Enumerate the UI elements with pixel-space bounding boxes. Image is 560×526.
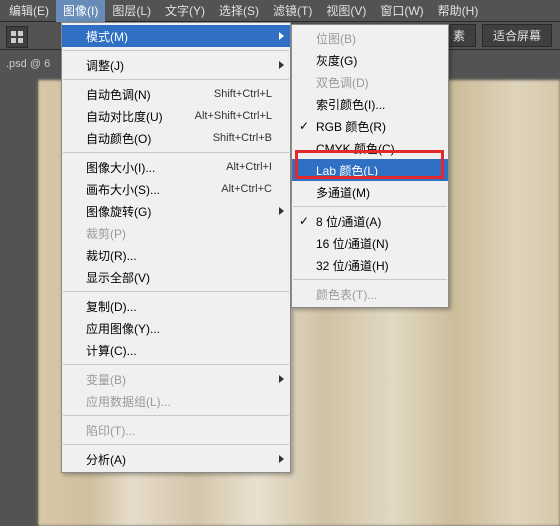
menu-label: 调整(J): [86, 57, 272, 74]
menu-label: 灰度(G): [316, 52, 430, 69]
mode-submenu-item[interactable]: 16 位/通道(N): [292, 232, 448, 254]
mode-submenu-item[interactable]: 灰度(G): [292, 49, 448, 71]
mode-submenu-item[interactable]: 多通道(M): [292, 181, 448, 203]
mode-submenu-item[interactable]: Lab 颜色(L): [292, 159, 448, 181]
menu-label: 应用图像(Y)...: [86, 320, 272, 337]
menubar-item[interactable]: 图层(L): [105, 0, 158, 22]
menu-shortcut: Shift+Ctrl+B: [213, 132, 272, 144]
mode-submenu-item[interactable]: CMYK 颜色(C): [292, 137, 448, 159]
image-menu-item[interactable]: 画布大小(S)... Alt+Ctrl+C: [62, 178, 290, 200]
menubar-item[interactable]: 视图(V): [319, 0, 373, 22]
image-menu-item[interactable]: 自动色调(N) Shift+Ctrl+L: [62, 83, 290, 105]
menu-shortcut: Alt+Ctrl+I: [226, 161, 272, 173]
mode-submenu-item[interactable]: ✓ 8 位/通道(A): [292, 210, 448, 232]
document-tab[interactable]: .psd @ 6: [0, 54, 56, 74]
mode-submenu: 位图(B) 灰度(G) 双色调(D) 索引颜色(I)... ✓ RGB 颜色(R) CMYK…: [291, 24, 449, 308]
menubar-item[interactable]: 滤镜(T): [266, 0, 319, 22]
image-menu-item[interactable]: 复制(D)...: [62, 295, 290, 317]
menu-shortcut: Alt+Shift+Ctrl+L: [195, 110, 272, 122]
menu-label: 自动对比度(U): [86, 108, 167, 125]
menu-label: 8 位/通道(A): [316, 213, 430, 230]
grid-icon: [10, 30, 24, 44]
menubar-item[interactable]: 文字(Y): [158, 0, 212, 22]
menu-label: 图像大小(I)...: [86, 159, 198, 176]
menu-label: 16 位/通道(N): [316, 235, 430, 252]
submenu-arrow-icon: [279, 375, 284, 383]
menu-label: 位图(B): [316, 30, 430, 47]
image-menu-item[interactable]: 计算(C)...: [62, 339, 290, 361]
mode-submenu-item: 位图(B): [292, 27, 448, 49]
menu-label: 陷印(T)...: [86, 422, 272, 439]
menu-label: 画布大小(S)...: [86, 181, 193, 198]
image-menu-item[interactable]: 应用图像(Y)...: [62, 317, 290, 339]
submenu-arrow-icon: [279, 207, 284, 215]
submenu-arrow-icon: [279, 32, 284, 40]
menu-label: 应用数据组(L)...: [86, 393, 272, 410]
menubar-item[interactable]: 选择(S): [212, 0, 266, 22]
menu-shortcut: Alt+Ctrl+C: [221, 183, 272, 195]
menu-label: 颜色表(T)...: [316, 286, 430, 303]
submenu-arrow-icon: [279, 61, 284, 69]
image-menu-item[interactable]: 调整(J): [62, 54, 290, 76]
menu-label: 分析(A): [86, 451, 272, 468]
check-icon: ✓: [299, 214, 309, 228]
menu-label: 计算(C)...: [86, 342, 272, 359]
menu-label: 显示全部(V): [86, 269, 272, 286]
menu-label: 双色调(D): [316, 74, 430, 91]
image-menu-item[interactable]: 模式(M): [62, 25, 290, 47]
submenu-arrow-icon: [279, 455, 284, 463]
image-menu-separator: [63, 79, 289, 80]
check-icon: ✓: [299, 119, 309, 133]
mode-submenu-item: 双色调(D): [292, 71, 448, 93]
menubar-item[interactable]: 图像(I): [56, 0, 105, 22]
mode-submenu-separator: [293, 279, 447, 280]
image-menu-separator: [63, 50, 289, 51]
menubar-item[interactable]: 帮助(H): [431, 0, 486, 22]
image-menu-item[interactable]: 图像旋转(G): [62, 200, 290, 222]
menu-label: 索引颜色(I)...: [316, 96, 430, 113]
menu-label: 裁切(R)...: [86, 247, 272, 264]
menu-label: 自动色调(N): [86, 86, 186, 103]
image-menu-item[interactable]: 裁切(R)...: [62, 244, 290, 266]
image-menu-item[interactable]: 分析(A): [62, 448, 290, 470]
menubar-item[interactable]: 编辑(E): [2, 0, 56, 22]
image-menu-item[interactable]: 图像大小(I)... Alt+Ctrl+I: [62, 156, 290, 178]
toolbar-btn-fit[interactable]: 适合屏幕: [482, 24, 552, 47]
image-menu-separator: [63, 415, 289, 416]
menu-label: 图像旋转(G): [86, 203, 272, 220]
image-menu-separator: [63, 364, 289, 365]
menu-label: 多通道(M): [316, 184, 430, 201]
mode-submenu-item[interactable]: 32 位/通道(H): [292, 254, 448, 276]
menu-shortcut: Shift+Ctrl+L: [214, 88, 272, 100]
menu-label: CMYK 颜色(C): [316, 140, 430, 157]
image-menu-item: 裁剪(P): [62, 222, 290, 244]
menubar: 编辑(E)图像(I)图层(L)文字(Y)选择(S)滤镜(T)视图(V)窗口(W)…: [0, 0, 560, 22]
mode-submenu-item[interactable]: 索引颜色(I)...: [292, 93, 448, 115]
image-menu-item: 陷印(T)...: [62, 419, 290, 441]
left-sidebar: [0, 80, 38, 526]
mode-submenu-separator: [293, 206, 447, 207]
image-menu-item: 变量(B): [62, 368, 290, 390]
menubar-item[interactable]: 窗口(W): [373, 0, 430, 22]
menu-label: Lab 颜色(L): [316, 162, 430, 179]
image-menu-item: 应用数据组(L)...: [62, 390, 290, 412]
menu-label: 模式(M): [86, 28, 272, 45]
image-menu-item[interactable]: 自动对比度(U) Alt+Shift+Ctrl+L: [62, 105, 290, 127]
image-menu-separator: [63, 444, 289, 445]
image-menu-separator: [63, 152, 289, 153]
menu-label: 32 位/通道(H): [316, 257, 430, 274]
mode-submenu-item[interactable]: ✓ RGB 颜色(R): [292, 115, 448, 137]
image-menu-separator: [63, 291, 289, 292]
menu-label: 变量(B): [86, 371, 272, 388]
menu-label: 自动颜色(O): [86, 130, 185, 147]
tool-icon[interactable]: [6, 26, 28, 48]
menu-label: 复制(D)...: [86, 298, 272, 315]
image-menu-item[interactable]: 自动颜色(O) Shift+Ctrl+B: [62, 127, 290, 149]
image-menu-item[interactable]: 显示全部(V): [62, 266, 290, 288]
menu-label: RGB 颜色(R): [316, 118, 430, 135]
image-menu: 模式(M) 调整(J) 自动色调(N) Shift+Ctrl+L 自动对比度(U) Alt…: [61, 22, 291, 473]
menu-label: 裁剪(P): [86, 225, 272, 242]
mode-submenu-item: 颜色表(T)...: [292, 283, 448, 305]
